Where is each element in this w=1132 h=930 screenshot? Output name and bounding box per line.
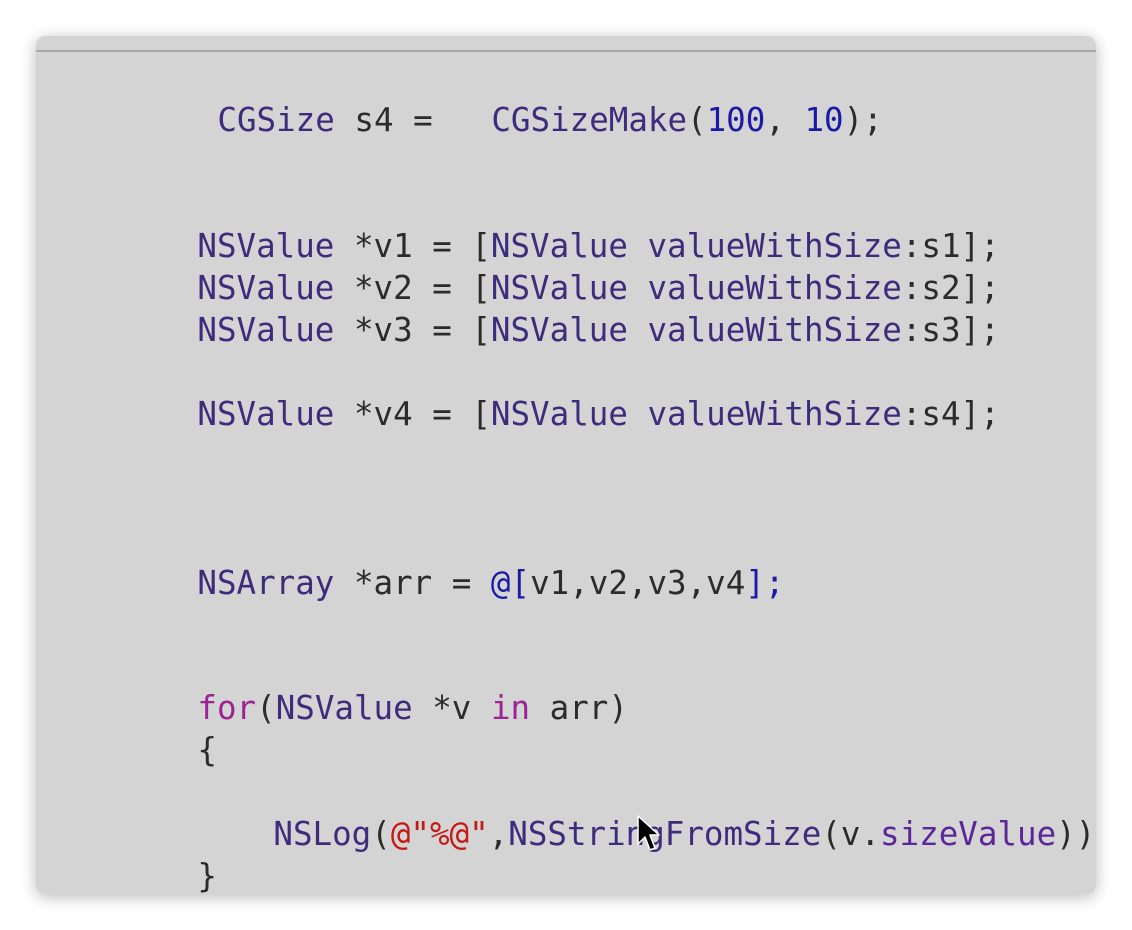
token-type: NSValue: [197, 395, 335, 433]
token-type: NSValue: [197, 311, 335, 349]
token-type: NSValue: [275, 689, 413, 727]
token-plain: *v: [412, 689, 491, 727]
token-brace: {: [197, 731, 217, 769]
token-function: NSLog: [273, 815, 372, 853]
token-plain: :s3];: [901, 311, 1000, 349]
token-number: 10: [804, 101, 844, 139]
token-plain: ,: [488, 815, 509, 853]
token-number: 100: [706, 101, 766, 139]
token-plain: *v3 = [: [334, 311, 491, 349]
code-line-cgsize[interactable]: CGSize s4 = CGSizeMake(100, 10);: [100, 60, 882, 139]
code-line-v2[interactable]: NSValue *v2 = [NSValue valueWithSize:s2]…: [80, 228, 999, 307]
token-plain: *v4 = [: [334, 395, 491, 433]
token-function: CGSizeMake: [491, 101, 688, 139]
token-plain: s4 =: [334, 101, 492, 139]
token-string: @"%@": [390, 815, 489, 853]
code-area[interactable]: CGSize s4 = CGSizeMake(100, 10); NSValue…: [36, 36, 1096, 894]
code-line-for[interactable]: for(NSValue *v in arr): [80, 648, 628, 727]
code-line-v3[interactable]: NSValue *v3 = [NSValue valueWithSize:s3]…: [80, 270, 999, 349]
code-line-close-brace[interactable]: }: [80, 816, 217, 894]
token-type: NSArray: [197, 564, 335, 602]
editor-top-divider: [36, 50, 1096, 52]
token-plain: (: [256, 689, 276, 727]
token-type: CGSize: [217, 101, 335, 139]
token-plain: :s4];: [901, 395, 1000, 433]
code-line-nslog[interactable]: NSLog(@"%@",NSStringFromSize(v.sizeValue…: [156, 774, 1096, 853]
token-plain: (: [687, 101, 707, 139]
token-plain: (: [371, 815, 391, 853]
token-plain: );: [843, 101, 883, 139]
code-line-v4[interactable]: NSValue *v4 = [NSValue valueWithSize:s4]…: [80, 354, 999, 433]
mouse-pointer-icon: [637, 815, 660, 851]
code-line-v1[interactable]: NSValue *v1 = [NSValue valueWithSize:s1]…: [80, 186, 999, 265]
token-plain: v1,v2,v3,v4: [530, 564, 746, 602]
token-plain: ));: [1056, 815, 1096, 853]
token-method: valueWithSize: [647, 311, 902, 349]
token-type: NSValue: [490, 311, 628, 349]
token-literal: ];: [745, 564, 785, 602]
token-type: NSValue: [490, 395, 628, 433]
token-plain: arr): [530, 689, 628, 727]
token-property: sizeValue: [880, 815, 1057, 853]
token-brace: }: [197, 857, 217, 894]
token-keyword: in: [490, 689, 531, 727]
code-editor-window: CGSize s4 = CGSizeMake(100, 10); NSValue…: [36, 36, 1096, 894]
token-plain: (v.: [821, 815, 881, 853]
token-literal: @[: [490, 564, 531, 602]
token-method: valueWithSize: [647, 395, 902, 433]
token-plain: ,: [765, 101, 805, 139]
code-line-arr[interactable]: NSArray *arr = @[v1,v2,v3,v4];: [80, 523, 784, 602]
code-line-open-brace[interactable]: {: [80, 690, 217, 769]
token-function: NSStringFromSize: [508, 815, 822, 853]
token-plain: *arr =: [334, 564, 491, 602]
